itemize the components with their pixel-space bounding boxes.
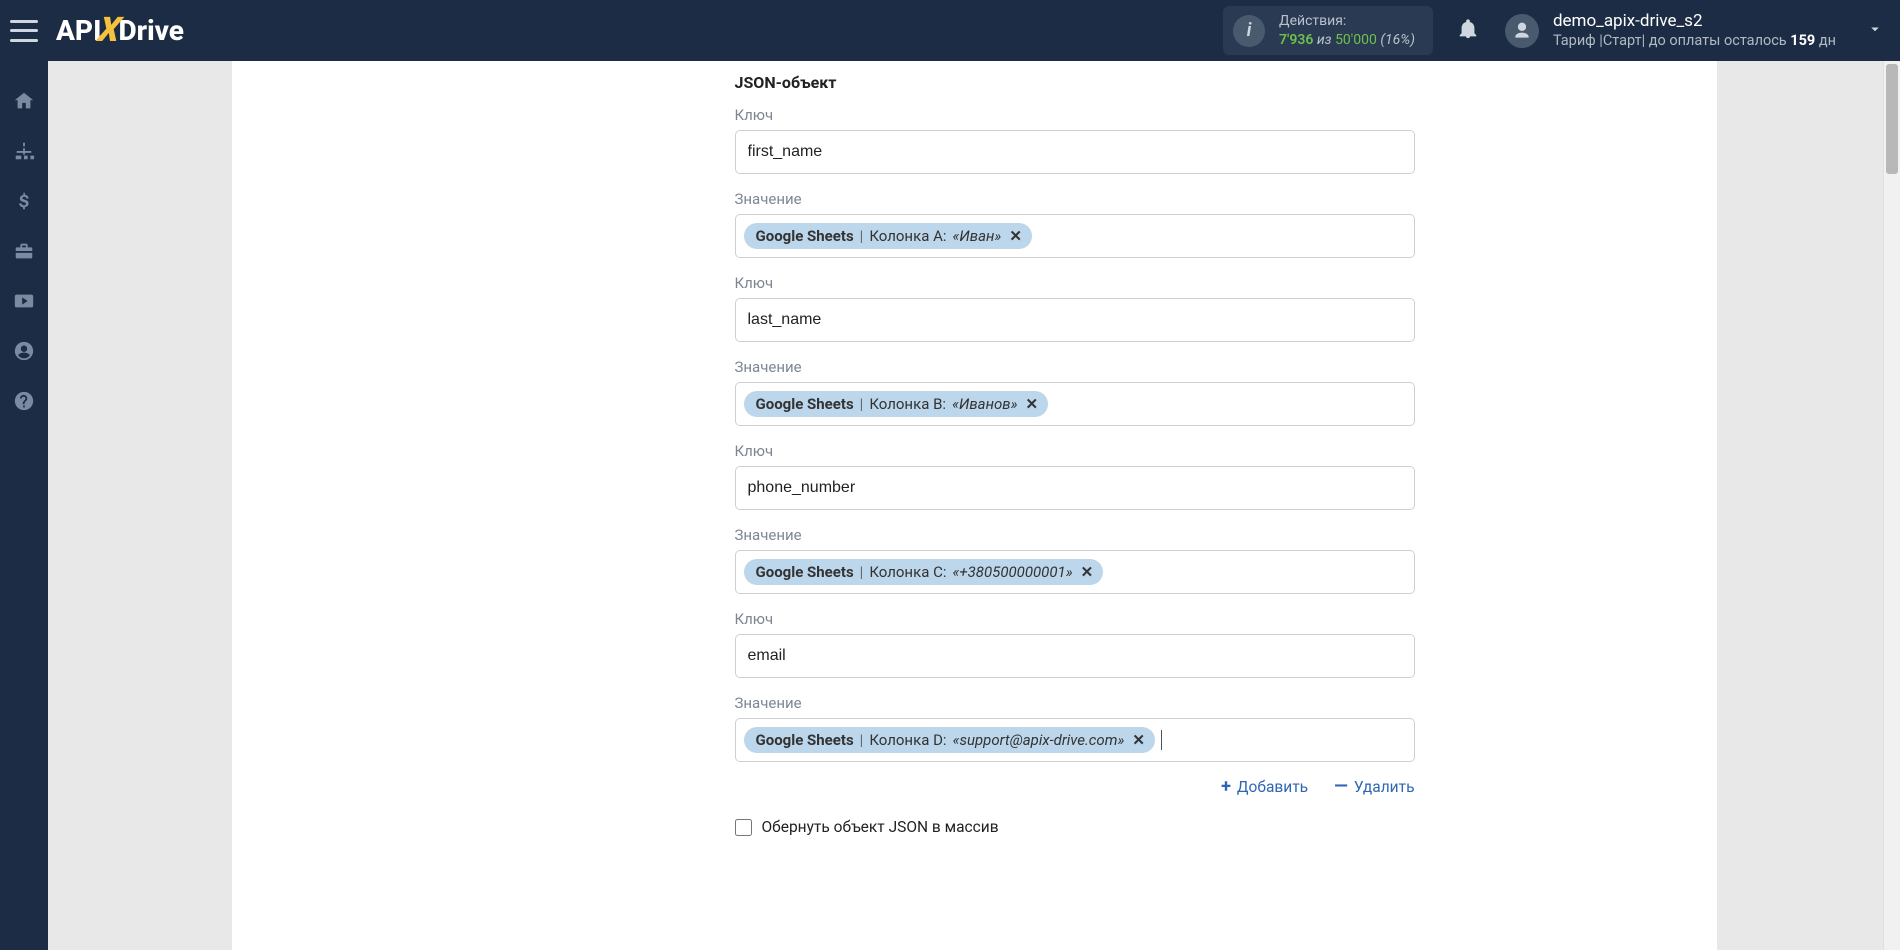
remove-pair-button[interactable]: — Удалить xyxy=(1334,778,1414,796)
avatar[interactable] xyxy=(1505,14,1539,48)
tag-column: Колонка B: xyxy=(869,395,946,413)
key-label: Ключ xyxy=(735,274,1717,292)
scrollbar-thumb[interactable] xyxy=(1886,64,1898,174)
tariff-days-suffix: дн xyxy=(1819,32,1836,49)
tag-source: Google Sheets xyxy=(756,395,854,413)
value-tagbox[interactable]: Google Sheets | Колонка B: «Иванов» ✕ xyxy=(735,382,1415,426)
nav-billing-icon[interactable] xyxy=(12,189,36,213)
value-label: Значение xyxy=(735,694,1717,712)
usage-used: 7'936 xyxy=(1279,32,1313,48)
usage-label: Действия: xyxy=(1279,12,1415,30)
tag-remove-icon[interactable]: ✕ xyxy=(1023,395,1038,413)
tag-separator: | xyxy=(860,563,864,581)
wrap-array-label: Обернуть объект JSON в массив xyxy=(762,818,999,836)
key-label: Ключ xyxy=(735,442,1717,460)
tag-column: Колонка A: xyxy=(869,227,946,245)
tag-separator: | xyxy=(860,731,864,749)
nav-help-icon[interactable] xyxy=(12,389,36,413)
tag-sample: «support@apix-drive.com» xyxy=(953,731,1125,749)
tariff-line: Тариф |Старт| до оплаты осталось 159 дн xyxy=(1553,32,1836,50)
value-tag[interactable]: Google Sheets | Колонка B: «Иванов» ✕ xyxy=(744,391,1049,417)
wrap-array-checkbox[interactable] xyxy=(735,819,752,836)
plus-icon: + xyxy=(1221,778,1231,796)
tag-remove-icon[interactable]: ✕ xyxy=(1079,563,1094,581)
usage-percent: (16%) xyxy=(1380,32,1415,48)
tag-sample: «Иван» xyxy=(953,227,1002,245)
nav-video-icon[interactable] xyxy=(12,289,36,313)
logo-text-drive: Drive xyxy=(118,14,183,47)
left-rail xyxy=(0,61,48,950)
section-title: JSON-объект xyxy=(735,73,1717,92)
nav-home-icon[interactable] xyxy=(12,89,36,113)
actions-row: + Добавить — Удалить xyxy=(735,778,1415,796)
tag-column: Колонка D: xyxy=(869,731,946,749)
key-input[interactable] xyxy=(735,298,1415,342)
value-tagbox[interactable]: Google Sheets | Колонка A: «Иван» ✕ xyxy=(735,214,1415,258)
tag-column: Колонка C: xyxy=(869,563,946,581)
nav-toolbox-icon[interactable] xyxy=(12,239,36,263)
value-tag[interactable]: Google Sheets | Колонка A: «Иван» ✕ xyxy=(744,223,1032,249)
wrap-array-row[interactable]: Обернуть объект JSON в массив xyxy=(735,818,1717,836)
key-label: Ключ xyxy=(735,610,1717,628)
value-label: Значение xyxy=(735,190,1717,208)
info-icon: i xyxy=(1233,15,1265,47)
workspace: JSON-объект Ключ Значение Google Sheets | Ко… xyxy=(48,61,1900,950)
tag-source: Google Sheets xyxy=(756,563,854,581)
tag-separator: | xyxy=(860,395,864,413)
user-menu-chevron[interactable] xyxy=(1836,20,1884,42)
form-column: JSON-объект Ключ Значение Google Sheets | Ко… xyxy=(735,61,1717,950)
usage-limit: 50'000 xyxy=(1335,32,1377,48)
scrollbar-track[interactable] xyxy=(1883,61,1900,950)
tag-source: Google Sheets xyxy=(756,731,854,749)
text-cursor xyxy=(1161,730,1162,750)
value-label: Значение xyxy=(735,358,1717,376)
usage-of: из xyxy=(1317,32,1332,48)
key-input[interactable] xyxy=(735,634,1415,678)
hamburger-menu-button[interactable] xyxy=(10,20,38,42)
logo[interactable]: API X Drive xyxy=(56,14,184,48)
add-pair-label: Добавить xyxy=(1237,778,1308,796)
nav-integrations-icon[interactable] xyxy=(12,139,36,163)
tariff-prefix: Тариф |Старт| до оплаты осталось xyxy=(1553,32,1787,49)
key-input[interactable] xyxy=(735,466,1415,510)
remove-pair-label: Удалить xyxy=(1354,778,1415,796)
value-tag[interactable]: Google Sheets | Колонка D: «support@apix-d… xyxy=(744,727,1155,753)
tag-sample: «+380500000001» xyxy=(952,563,1072,581)
tag-remove-icon[interactable]: ✕ xyxy=(1130,731,1145,749)
key-input[interactable] xyxy=(735,130,1415,174)
tariff-days: 159 xyxy=(1790,32,1815,49)
value-tagbox[interactable]: Google Sheets | Колонка D: «support@apix-d… xyxy=(735,718,1415,762)
tag-sample: «Иванов» xyxy=(952,395,1017,413)
value-label: Значение xyxy=(735,526,1717,544)
tag-remove-icon[interactable]: ✕ xyxy=(1007,227,1022,245)
topbar: API X Drive i Действия: 7'936 из 50'000 … xyxy=(0,0,1900,61)
logo-text-api: API xyxy=(56,14,101,47)
minus-icon: — xyxy=(1334,778,1348,796)
usage-stats-box[interactable]: i Действия: 7'936 из 50'000 (16%) xyxy=(1223,6,1433,54)
tag-source: Google Sheets xyxy=(756,227,854,245)
user-block[interactable]: demo_apix-drive_s2 Тариф |Старт| до опла… xyxy=(1553,11,1836,50)
value-tagbox[interactable]: Google Sheets | Колонка C: «+380500000001»… xyxy=(735,550,1415,594)
form-panel: JSON-объект Ключ Значение Google Sheets | Ко… xyxy=(232,61,1717,950)
usage-stats-text: Действия: 7'936 из 50'000 (16%) xyxy=(1279,12,1415,48)
notifications-button[interactable] xyxy=(1457,18,1479,44)
add-pair-button[interactable]: + Добавить xyxy=(1221,778,1308,796)
username: demo_apix-drive_s2 xyxy=(1553,11,1836,32)
key-label: Ключ xyxy=(735,106,1717,124)
value-tag[interactable]: Google Sheets | Колонка C: «+380500000001»… xyxy=(744,559,1104,585)
tag-separator: | xyxy=(860,227,864,245)
nav-profile-icon[interactable] xyxy=(12,339,36,363)
